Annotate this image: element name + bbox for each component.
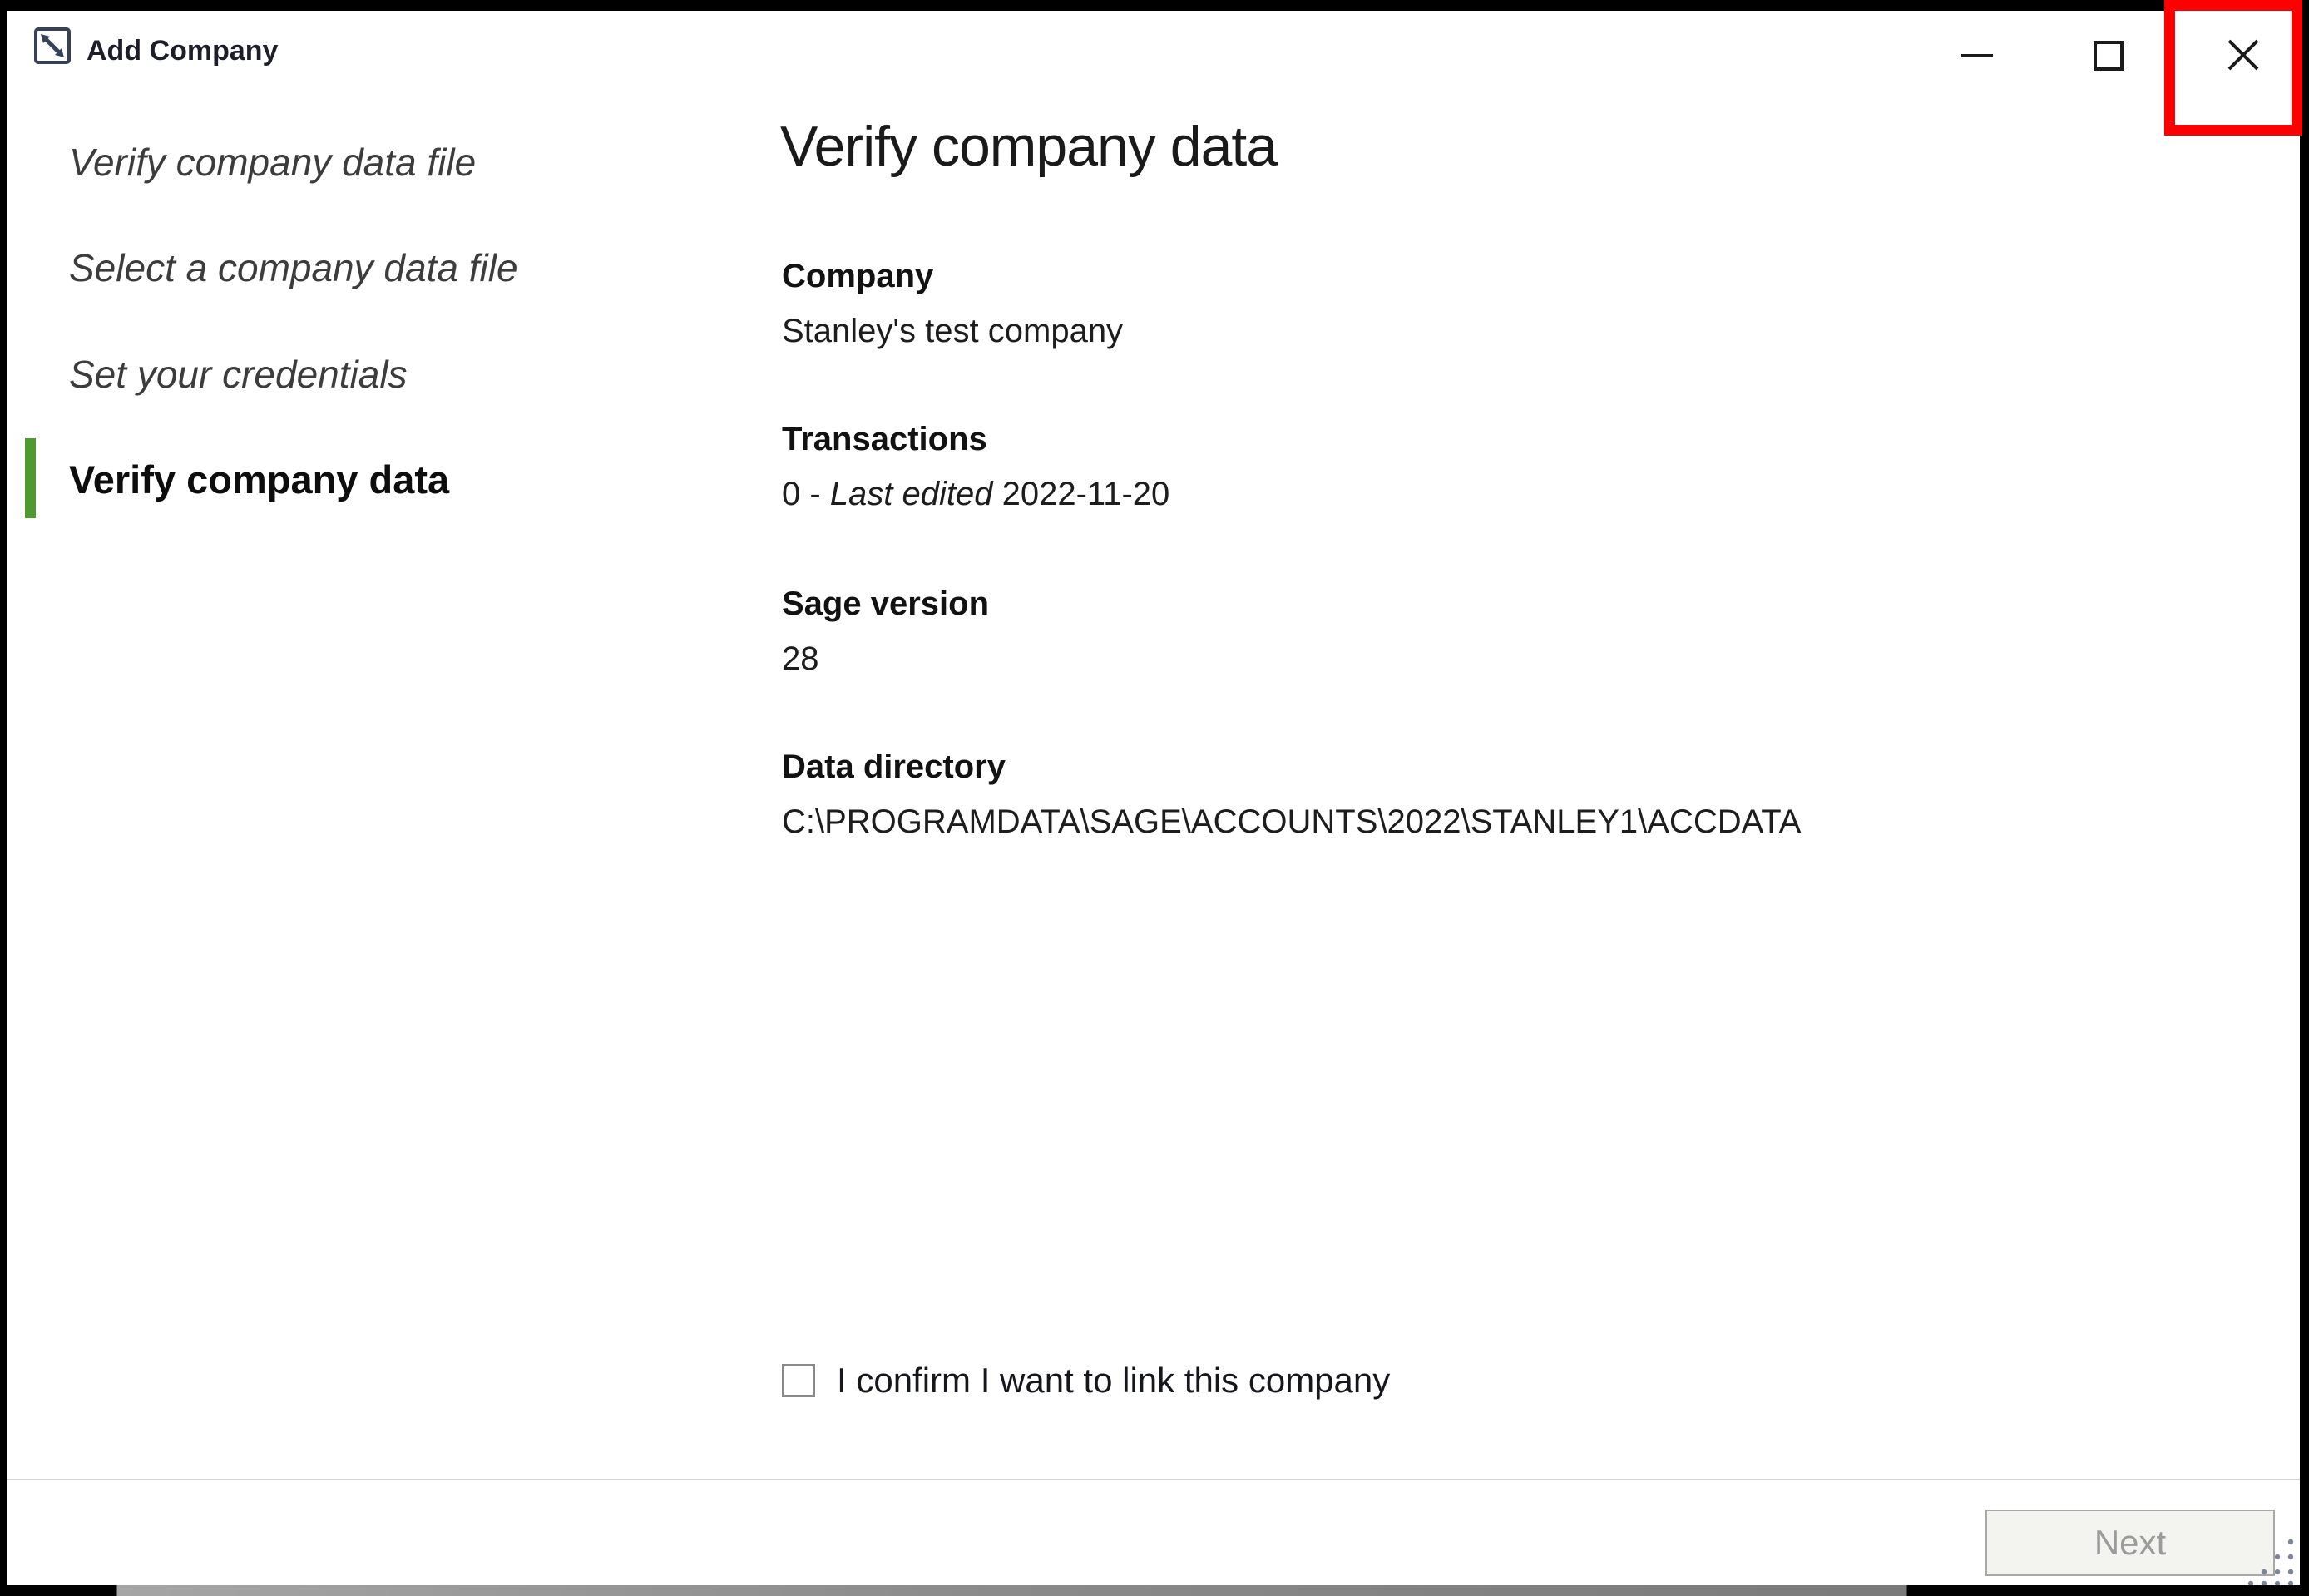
step-set-your-credentials[interactable]: Set your credentials [69,348,408,400]
field-transactions-label: Transactions [782,418,1169,461]
maximize-button[interactable] [2076,17,2141,94]
field-sage-version: Sage version 28 [782,582,989,682]
field-sage-version-label: Sage version [782,582,989,625]
step-verify-company-data-active[interactable]: Verify company data [69,454,449,506]
field-transactions: Transactions 0 - Last edited 2022-11-20 [782,418,1169,517]
page-title: Verify company data [780,106,2194,186]
add-company-app-icon [33,27,72,65]
maximize-icon [2094,41,2124,71]
window-border-left [0,0,7,1596]
window-border-top [0,0,2309,11]
active-step-indicator [25,438,36,518]
field-sage-version-value: 28 [782,635,989,682]
titlebar: Add Company [7,11,2300,102]
next-button[interactable]: Next [1985,1510,2275,1576]
field-company: Company Stanley's test company [782,254,1123,354]
field-transactions-value: 0 - Last edited 2022-11-20 [782,471,1169,517]
window-border-right [2300,0,2309,1596]
field-company-label: Company [782,254,1123,298]
window-border-bottom [0,1585,2309,1596]
field-data-directory-label: Data directory [782,745,1801,788]
resize-grip[interactable] [2239,1535,2299,1587]
verify-company-data-panel: Verify company data Company Stanley's te… [780,106,2194,186]
transactions-count: 0 - [782,476,830,512]
transactions-last-edited-text: Last edited [830,476,993,512]
footer-separator [0,1479,2309,1480]
transactions-last-edited-date: 2022-11-20 [993,476,1170,512]
close-button[interactable] [2211,17,2276,94]
step-select-a-company-data-file[interactable]: Select a company data file [69,242,518,294]
close-icon [2224,36,2262,77]
step-verify-company-data-file[interactable]: Verify company data file [69,136,476,188]
window-title: Add Company [87,32,278,69]
minimize-button[interactable] [1945,17,2010,94]
confirm-link-company-checkbox[interactable] [782,1364,815,1397]
field-data-directory-value: C:\PROGRAMDATA\SAGE\ACCOUNTS\2022\STANLE… [782,798,1801,845]
add-company-dialog: Add Company Verify company data file Sel… [0,0,2309,1596]
field-data-directory: Data directory C:\PROGRAMDATA\SAGE\ACCOU… [782,745,1801,845]
confirm-link-company-label[interactable]: I confirm I want to link this company [837,1359,1390,1402]
minimize-icon [1961,54,1993,57]
field-company-value: Stanley's test company [782,308,1123,354]
confirm-link-company-row[interactable]: I confirm I want to link this company [782,1359,1390,1402]
